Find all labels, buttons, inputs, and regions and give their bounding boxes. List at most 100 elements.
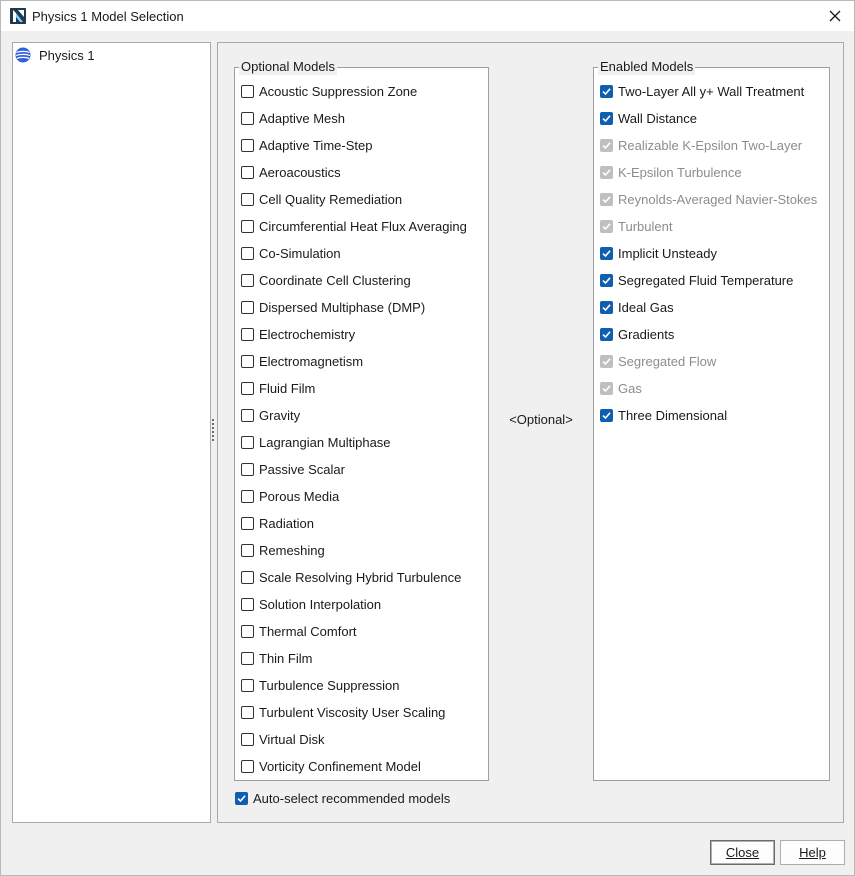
model-checkbox-row-lagrangian-multiphase[interactable]: Lagrangian Multiphase (241, 432, 391, 452)
model-checkbox-row-implicit-unsteady[interactable]: Implicit Unsteady (600, 243, 717, 263)
help-button[interactable]: Help (780, 840, 845, 865)
model-label: Implicit Unsteady (618, 245, 717, 261)
model-checkbox[interactable] (241, 732, 254, 746)
close-button[interactable]: Close (710, 840, 775, 865)
help-button-label: Help (799, 845, 826, 860)
model-checkbox-row-turbulence-suppression[interactable]: Turbulence Suppression (241, 675, 399, 695)
model-checkbox[interactable] (241, 570, 254, 584)
model-checkbox-row-virtual-disk[interactable]: Virtual Disk (241, 729, 325, 749)
physics-tree-pane: Physics 1 (12, 42, 211, 823)
auto-select-checkbox[interactable] (235, 791, 248, 805)
model-checkbox-row-acoustic-suppression-zone[interactable]: Acoustic Suppression Zone (241, 81, 417, 101)
model-checkbox[interactable] (241, 84, 254, 98)
model-checkbox[interactable] (241, 219, 254, 233)
model-label: Three Dimensional (618, 407, 728, 423)
model-checkbox[interactable] (241, 489, 254, 503)
model-checkbox-row-electrochemistry[interactable]: Electrochemistry (241, 324, 355, 344)
model-checkbox-row-porous-media[interactable]: Porous Media (241, 486, 339, 506)
model-checkbox[interactable] (241, 165, 254, 179)
model-checkbox-row-realizable-k-epsilon-two-layer: Realizable K-Epsilon Two-Layer (600, 135, 802, 155)
model-label: Segregated Fluid Temperature (618, 272, 794, 288)
model-checkbox-row-gas: Gas (600, 378, 642, 398)
model-checkbox-row-gravity[interactable]: Gravity (241, 405, 300, 425)
model-checkbox-row-cell-quality-remediation[interactable]: Cell Quality Remediation (241, 189, 402, 209)
model-label: Gradients (618, 326, 675, 342)
auto-select-checkbox-row[interactable]: Auto-select recommended models (235, 788, 450, 808)
model-checkbox-row-passive-scalar[interactable]: Passive Scalar (241, 459, 345, 479)
model-label: Gravity (259, 407, 301, 423)
tree-item-physics-1[interactable]: Physics 1 (15, 45, 101, 65)
model-checkbox-row-co-simulation[interactable]: Co-Simulation (241, 243, 341, 263)
model-checkbox-row-segregated-fluid-temperature[interactable]: Segregated Fluid Temperature (600, 270, 793, 290)
model-checkbox[interactable] (241, 246, 254, 260)
model-checkbox[interactable] (241, 138, 254, 152)
model-label: Fluid Film (259, 380, 316, 396)
model-checkbox-row-circumferential-heat-flux-averaging[interactable]: Circumferential Heat Flux Averaging (241, 216, 467, 236)
model-checkbox-row-thin-film[interactable]: Thin Film (241, 648, 312, 668)
model-checkbox-row-adaptive-time-step[interactable]: Adaptive Time-Step (241, 135, 372, 155)
model-label: Co-Simulation (259, 245, 341, 261)
pane-splitter-handle[interactable] (212, 419, 215, 445)
model-checkbox-row-dispersed-multiphase-dmp[interactable]: Dispersed Multiphase (DMP) (241, 297, 425, 317)
model-checkbox[interactable] (241, 624, 254, 638)
model-checkbox-row-solution-interpolation[interactable]: Solution Interpolation (241, 594, 381, 614)
model-label: Passive Scalar (259, 461, 345, 477)
model-checkbox[interactable] (241, 300, 254, 314)
model-checkbox-row-two-layer-all-y-wall-treatment[interactable]: Two-Layer All y+ Wall Treatment (600, 81, 804, 101)
model-checkbox[interactable] (600, 84, 613, 98)
model-checkbox-row-coordinate-cell-clustering[interactable]: Coordinate Cell Clustering (241, 270, 411, 290)
model-checkbox[interactable] (241, 678, 254, 692)
model-checkbox-row-remeshing[interactable]: Remeshing (241, 540, 325, 560)
model-checkbox[interactable] (600, 300, 613, 314)
model-checkbox[interactable] (241, 516, 254, 530)
model-checkbox[interactable] (241, 651, 254, 665)
model-checkbox[interactable] (241, 597, 254, 611)
model-checkbox-row-fluid-film[interactable]: Fluid Film (241, 378, 315, 398)
model-checkbox[interactable] (241, 408, 254, 422)
model-checkbox-row-wall-distance[interactable]: Wall Distance (600, 108, 697, 128)
model-label: Adaptive Time-Step (259, 137, 373, 153)
model-label: Turbulence Suppression (259, 677, 400, 693)
model-checkbox[interactable] (241, 759, 254, 773)
model-checkbox[interactable] (241, 273, 254, 287)
model-checkbox-row-gradients[interactable]: Gradients (600, 324, 674, 344)
model-checkbox[interactable] (241, 192, 254, 206)
model-checkbox[interactable] (600, 111, 613, 125)
model-checkbox[interactable] (600, 327, 613, 341)
close-button-label: Close (725, 845, 760, 860)
model-checkbox-row-aeroacoustics[interactable]: Aeroacoustics (241, 162, 341, 182)
model-selection-dialog: Physics 1 Model Selection Physics 1 Opti… (0, 0, 855, 876)
model-label: Coordinate Cell Clustering (259, 272, 411, 288)
model-checkbox-row-turbulent-viscosity-user-scaling[interactable]: Turbulent Viscosity User Scaling (241, 702, 445, 722)
model-checkbox[interactable] (241, 327, 254, 341)
model-checkbox[interactable] (241, 543, 254, 557)
model-label: Turbulent Viscosity User Scaling (259, 704, 446, 720)
model-checkbox (600, 192, 613, 206)
model-checkbox-row-scale-resolving-hybrid-turbulence[interactable]: Scale Resolving Hybrid Turbulence (241, 567, 461, 587)
model-checkbox[interactable] (241, 381, 254, 395)
model-checkbox[interactable] (600, 408, 613, 422)
model-checkbox[interactable] (241, 111, 254, 125)
model-checkbox[interactable] (241, 354, 254, 368)
model-checkbox[interactable] (241, 705, 254, 719)
model-label: K-Epsilon Turbulence (618, 164, 742, 180)
close-icon[interactable] (824, 5, 846, 27)
model-checkbox[interactable] (241, 462, 254, 476)
model-checkbox-row-vorticity-confinement-model[interactable]: Vorticity Confinement Model (241, 756, 421, 776)
model-checkbox-row-adaptive-mesh[interactable]: Adaptive Mesh (241, 108, 345, 128)
model-checkbox-row-radiation[interactable]: Radiation (241, 513, 314, 533)
model-label: Solution Interpolation (259, 596, 382, 612)
model-checkbox[interactable] (600, 246, 613, 260)
model-checkbox[interactable] (600, 273, 613, 287)
model-checkbox[interactable] (241, 435, 254, 449)
model-checkbox-row-ideal-gas[interactable]: Ideal Gas (600, 297, 674, 317)
model-checkbox-row-three-dimensional[interactable]: Three Dimensional (600, 405, 727, 425)
model-label: Scale Resolving Hybrid Turbulence (259, 569, 462, 585)
model-label: Realizable K-Epsilon Two-Layer (618, 137, 803, 153)
model-checkbox-row-electromagnetism[interactable]: Electromagnetism (241, 351, 363, 371)
model-label: Vorticity Confinement Model (259, 758, 421, 774)
title-bar[interactable]: Physics 1 Model Selection (1, 1, 854, 32)
model-label: Remeshing (259, 542, 325, 558)
model-checkbox-row-thermal-comfort[interactable]: Thermal Comfort (241, 621, 357, 641)
optional-indicator-label: <Optional> (509, 412, 573, 427)
